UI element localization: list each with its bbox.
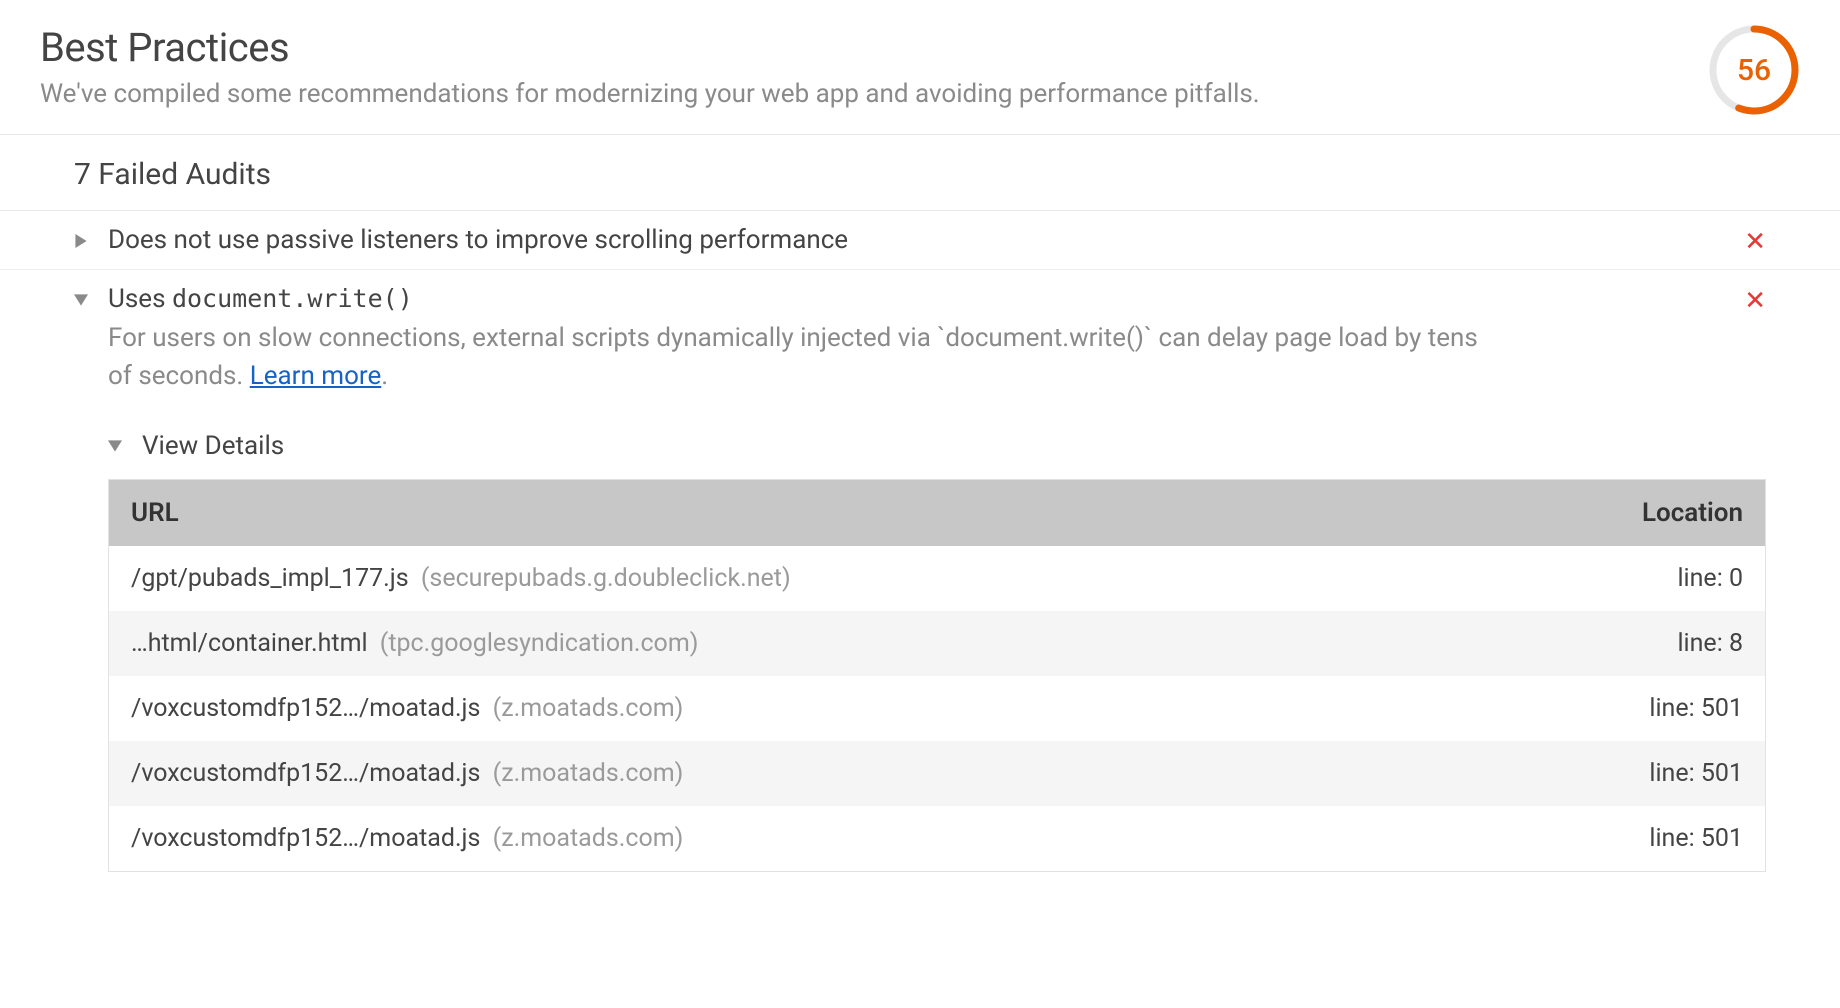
cell-url: /gpt/pubads_impl_177.js (securepubads.g.… (109, 546, 1482, 611)
audit-body: Uses document.write() For users on slow … (108, 284, 1720, 395)
failed-audits-header: 7 Failed Audits (0, 135, 1840, 211)
view-details-label: View Details (142, 431, 284, 461)
fail-icon: ✕ (1720, 229, 1766, 255)
cell-location: line: 501 (1482, 676, 1766, 741)
audit-title-code: document.write() (172, 284, 413, 313)
score-gauge: 56 (1708, 24, 1800, 116)
score-value: 56 (1708, 24, 1800, 116)
audit-title: Uses document.write() (108, 284, 413, 314)
url-path: /voxcustomdfp152…/moatad.js (131, 824, 480, 853)
expand-icon[interactable] (74, 234, 92, 252)
url-host: (z.moatads.com) (493, 824, 684, 853)
url-path: /gpt/pubads_impl_177.js (131, 564, 409, 593)
url-host: (z.moatads.com) (493, 759, 684, 788)
table-row: /voxcustomdfp152…/moatad.js (z.moatads.c… (109, 676, 1766, 741)
audit-description: For users on slow connections, external … (108, 320, 1488, 395)
url-host: (z.moatads.com) (493, 694, 684, 723)
cell-url: /voxcustomdfp152…/moatad.js (z.moatads.c… (109, 806, 1482, 872)
audit-row[interactable]: Uses document.write() For users on slow … (0, 270, 1840, 409)
table-row: …html/container.html (tpc.googlesyndicat… (109, 611, 1766, 676)
audit-details: View Details URL Location /gpt/pubads_im… (0, 409, 1840, 872)
cell-location: line: 8 (1482, 611, 1766, 676)
cell-location: line: 501 (1482, 741, 1766, 806)
cell-url: /voxcustomdfp152…/moatad.js (z.moatads.c… (109, 741, 1482, 806)
panel-header: Best Practices We've compiled some recom… (0, 0, 1840, 135)
collapse-icon[interactable] (108, 439, 126, 457)
cell-url: /voxcustomdfp152…/moatad.js (z.moatads.c… (109, 676, 1482, 741)
view-details-toggle[interactable]: View Details (108, 409, 1766, 479)
col-location: Location (1482, 480, 1766, 547)
table-row: /voxcustomdfp152…/moatad.js (z.moatads.c… (109, 806, 1766, 872)
table-header-row: URL Location (109, 480, 1766, 547)
url-host: (securepubads.g.doubleclick.net) (421, 564, 791, 593)
learn-more-link[interactable]: Learn more (250, 361, 382, 391)
fail-icon: ✕ (1720, 288, 1766, 314)
cell-url: …html/container.html (tpc.googlesyndicat… (109, 611, 1482, 676)
col-url: URL (109, 480, 1482, 547)
panel-subtitle: We've compiled some recommendations for … (40, 77, 1684, 112)
url-path: …html/container.html (131, 629, 368, 658)
collapse-icon[interactable] (74, 293, 92, 311)
table-row: /gpt/pubads_impl_177.js (securepubads.g.… (109, 546, 1766, 611)
cell-location: line: 501 (1482, 806, 1766, 872)
audit-row[interactable]: Does not use passive listeners to improv… (0, 211, 1840, 270)
audit-description-post: . (381, 361, 388, 391)
audit-title-prefix: Uses (108, 284, 172, 314)
audit-body: Does not use passive listeners to improv… (108, 225, 1720, 255)
table-row: /voxcustomdfp152…/moatad.js (z.moatads.c… (109, 741, 1766, 806)
header-text-block: Best Practices We've compiled some recom… (40, 24, 1684, 112)
audit-title: Does not use passive listeners to improv… (108, 225, 848, 255)
cell-location: line: 0 (1482, 546, 1766, 611)
panel-title: Best Practices (40, 24, 1684, 71)
url-path: /voxcustomdfp152…/moatad.js (131, 694, 480, 723)
details-table: URL Location /gpt/pubads_impl_177.js (se… (108, 479, 1766, 872)
best-practices-panel: Best Practices We've compiled some recom… (0, 0, 1840, 872)
url-path: /voxcustomdfp152…/moatad.js (131, 759, 480, 788)
url-host: (tpc.googlesyndication.com) (380, 629, 699, 658)
